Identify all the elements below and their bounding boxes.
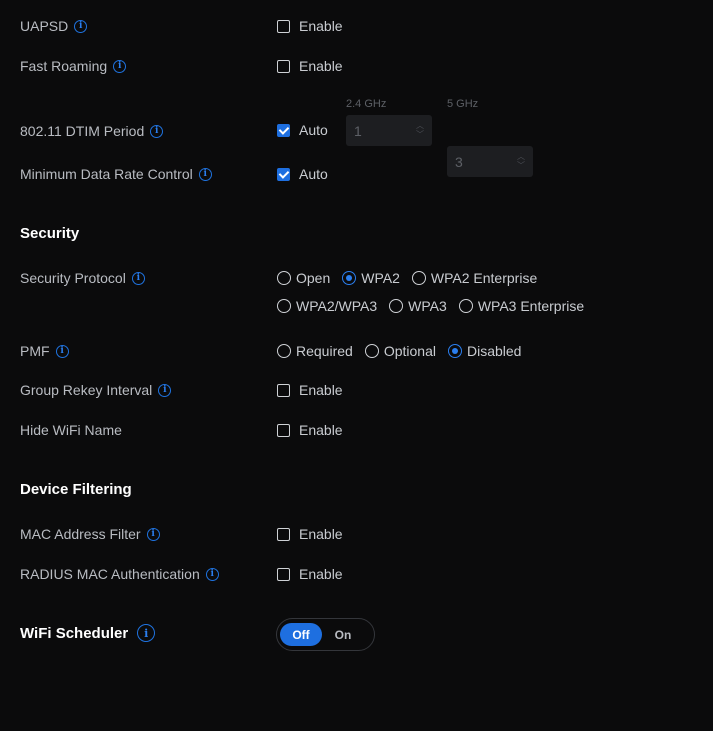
toggle-on-option[interactable]: On bbox=[322, 623, 364, 646]
info-icon[interactable]: i bbox=[198, 167, 212, 181]
info-icon[interactable]: i bbox=[55, 344, 69, 358]
info-icon[interactable]: i bbox=[137, 624, 156, 642]
checkbox-box[interactable] bbox=[277, 423, 290, 437]
radio-wpa2[interactable]: WPA2 bbox=[342, 270, 400, 286]
radio-wpa2-enterprise[interactable]: WPA2 Enterprise bbox=[411, 270, 537, 286]
dtim-period-label: 802.11 DTIM Period i bbox=[20, 123, 164, 139]
radius-mac-checkbox[interactable]: Enable bbox=[277, 566, 343, 582]
dtim-24ghz-input[interactable]: 1 ︿ ﹀ bbox=[346, 115, 432, 146]
info-icon[interactable]: i bbox=[146, 527, 160, 541]
radio-pmf-required[interactable]: Required bbox=[277, 343, 353, 359]
info-icon[interactable]: i bbox=[113, 59, 127, 73]
band-24ghz-label: 2.4 GHz bbox=[346, 98, 387, 110]
min-data-rate-auto-checkbox[interactable]: Auto bbox=[277, 166, 328, 182]
info-icon[interactable]: i bbox=[158, 383, 172, 397]
security-protocol-label: Security Protocol i bbox=[20, 270, 145, 286]
radio-wpa3[interactable]: WPA3 bbox=[389, 298, 447, 314]
dtim-5ghz-input[interactable]: 3 ︿ ﹀ bbox=[447, 146, 533, 177]
checkbox-box[interactable] bbox=[277, 19, 290, 33]
wifi-scheduler-label: WiFi Scheduler i bbox=[20, 624, 156, 642]
checkbox-box[interactable] bbox=[277, 123, 290, 137]
radio-pmf-disabled[interactable]: Disabled bbox=[447, 343, 521, 359]
mac-filter-checkbox[interactable]: Enable bbox=[277, 526, 343, 542]
stepper-arrows-icon[interactable]: ︿ ﹀ bbox=[517, 152, 525, 170]
toggle-off-option[interactable]: Off bbox=[280, 623, 322, 646]
info-icon[interactable]: i bbox=[74, 19, 88, 33]
security-protocol-row-1: Open WPA2 WPA2 Enterprise bbox=[277, 270, 549, 286]
security-protocol-row-2: WPA2/WPA3 WPA3 WPA3 Enterprise bbox=[277, 298, 596, 314]
checkbox-box[interactable] bbox=[277, 59, 290, 73]
checkbox-box[interactable] bbox=[277, 167, 290, 181]
radio-wpa2-wpa3[interactable]: WPA2/WPA3 bbox=[277, 298, 377, 314]
mac-filter-label: MAC Address Filter i bbox=[20, 526, 160, 542]
radius-mac-label: RADIUS MAC Authentication i bbox=[20, 566, 219, 582]
checkbox-box[interactable] bbox=[277, 567, 290, 581]
group-rekey-checkbox[interactable]: Enable bbox=[277, 382, 343, 398]
wifi-scheduler-toggle[interactable]: Off On bbox=[276, 618, 375, 651]
radio-wpa3-enterprise[interactable]: WPA3 Enterprise bbox=[458, 298, 584, 314]
min-data-rate-label: Minimum Data Rate Control i bbox=[20, 166, 212, 182]
info-icon[interactable]: i bbox=[205, 567, 219, 581]
device-filtering-section-title: Device Filtering bbox=[20, 481, 132, 498]
radio-open[interactable]: Open bbox=[277, 270, 330, 286]
info-icon[interactable]: i bbox=[131, 271, 145, 285]
dtim-auto-checkbox[interactable]: Auto bbox=[277, 122, 328, 138]
checkbox-box[interactable] bbox=[277, 383, 290, 397]
security-section-title: Security bbox=[20, 225, 80, 242]
uapsd-label: UAPSD i bbox=[20, 18, 88, 34]
hide-wifi-checkbox[interactable]: Enable bbox=[277, 422, 343, 438]
group-rekey-label: Group Rekey Interval i bbox=[20, 382, 172, 398]
info-icon[interactable]: i bbox=[150, 124, 164, 138]
radio-pmf-optional[interactable]: Optional bbox=[364, 343, 436, 359]
stepper-arrows-icon[interactable]: ︿ ﹀ bbox=[416, 121, 424, 139]
pmf-label: PMF i bbox=[20, 343, 69, 359]
checkbox-box[interactable] bbox=[277, 527, 290, 541]
pmf-options: Required Optional Disabled bbox=[277, 343, 533, 359]
fast-roaming-checkbox[interactable]: Enable bbox=[277, 58, 343, 74]
uapsd-checkbox[interactable]: Enable bbox=[277, 18, 343, 34]
hide-wifi-label: Hide WiFi Name bbox=[20, 422, 122, 438]
band-5ghz-label: 5 GHz bbox=[447, 98, 479, 110]
fast-roaming-label: Fast Roaming i bbox=[20, 58, 127, 74]
